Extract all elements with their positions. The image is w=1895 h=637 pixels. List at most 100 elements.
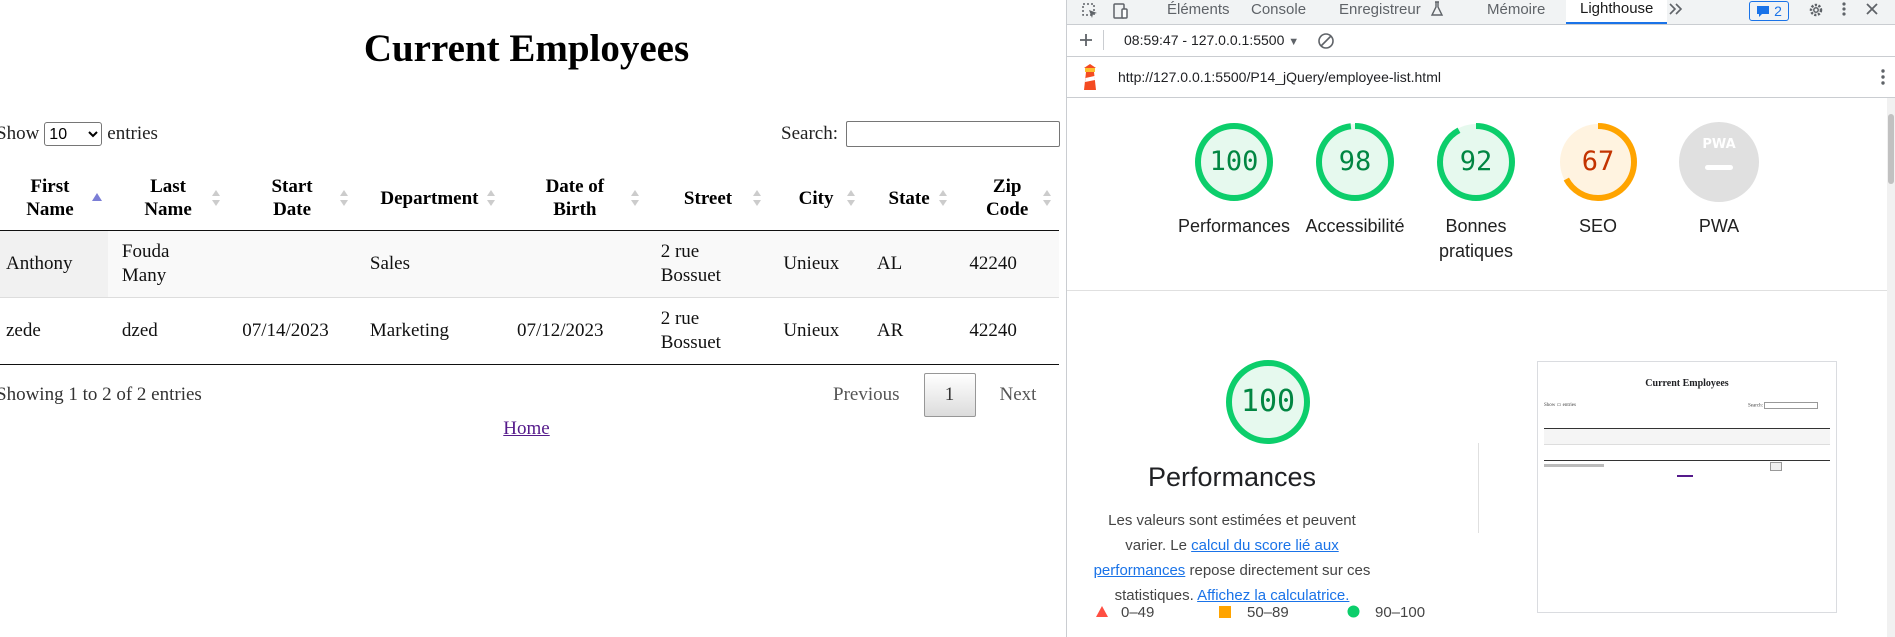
header-label-line1: Last xyxy=(150,176,187,197)
header-label-line1: First xyxy=(30,176,70,197)
final-screenshot-thumbnail[interactable]: Current Employees Show ▭ entries Search: xyxy=(1537,361,1837,613)
score-value: 100 xyxy=(1209,146,1259,177)
cell-text-line1: 2 rue xyxy=(660,308,700,329)
thumb-info xyxy=(1544,464,1604,467)
orange-square-icon xyxy=(1219,605,1231,622)
section-divider xyxy=(1067,290,1895,291)
issues-count: 2 xyxy=(1774,3,1782,19)
tab-recorder[interactable]: Enregistreur xyxy=(1339,1,1421,18)
tab-elements[interactable]: Éléments xyxy=(1167,1,1230,18)
kebab-menu-icon[interactable] xyxy=(1841,0,1847,23)
cell-city: Unieux xyxy=(769,230,863,298)
gauge-best-practices[interactable]: 92 Bonnes pratiques xyxy=(1436,122,1516,261)
column-header-city[interactable]: City xyxy=(769,166,863,231)
tab-lighthouse[interactable]: Lighthouse xyxy=(1566,0,1668,24)
entries-length-select[interactable]: 10 xyxy=(44,122,103,146)
pwa-badge-text: PWA xyxy=(1702,137,1736,152)
column-header-department[interactable]: Department xyxy=(355,166,503,231)
entries-length-control: Show 10 entries xyxy=(0,122,158,146)
inspect-element-icon[interactable] xyxy=(1081,2,1099,25)
next-button[interactable]: Next xyxy=(1000,384,1037,406)
score-ring: 92 xyxy=(1436,122,1516,202)
previous-button[interactable]: Previous xyxy=(833,384,900,406)
header-label-line2: Date xyxy=(273,199,312,220)
report-menu-icon[interactable] xyxy=(1880,68,1886,90)
score-ring: 67 xyxy=(1558,122,1638,202)
more-tabs-icon[interactable] xyxy=(1668,0,1684,23)
tab-memory[interactable]: Mémoire xyxy=(1487,1,1545,18)
cell-last-name: dzed xyxy=(107,297,229,365)
report-url[interactable]: http://127.0.0.1:5500/P14_jQuery/employe… xyxy=(1118,69,1441,85)
gauge-accessibility[interactable]: 98 Accessibilité xyxy=(1305,122,1405,236)
report-time: 08:59:47 - 127.0.0.1:5500 xyxy=(1124,32,1285,48)
perf-description: Les valeurs sont estimées et peuvent var… xyxy=(1087,508,1377,608)
gauge-label: PWA xyxy=(1698,216,1740,236)
sort-ascending-icon xyxy=(91,189,102,207)
sort-icon xyxy=(212,189,221,207)
gauge-label: Bonnes pratiques xyxy=(1438,216,1514,261)
header-label-line2: Code xyxy=(986,199,1029,220)
cell-city: Unieux xyxy=(769,297,863,365)
device-toolbar-icon[interactable] xyxy=(1111,2,1129,25)
sort-icon xyxy=(339,189,348,207)
clear-all-icon[interactable] xyxy=(1317,32,1335,55)
flask-icon xyxy=(1430,1,1444,22)
gauge-performance[interactable]: 100 Performances xyxy=(1178,122,1290,236)
header-label-line1: Start xyxy=(271,176,313,197)
column-header-state[interactable]: State xyxy=(862,166,956,231)
table-info: Showing 1 to 2 of 2 entries xyxy=(0,384,202,405)
thumb-search: Search: xyxy=(1748,402,1819,409)
table-search: Search: xyxy=(781,121,1060,147)
scrollbar-thumb[interactable] xyxy=(1888,114,1894,184)
column-header-street[interactable]: Street xyxy=(646,166,770,231)
cell-first-name: Anthony xyxy=(0,230,108,298)
cell-department: Sales xyxy=(355,230,503,298)
issues-badge[interactable]: 2 xyxy=(1749,1,1789,21)
header-label-line1: Zip xyxy=(992,176,1022,197)
column-header-date-of-birth[interactable]: Date of Birth xyxy=(502,166,647,231)
column-header-zip-code[interactable]: Zip Code xyxy=(955,166,1059,231)
employee-list-page: Current Employees Show 10 entries Search… xyxy=(0,0,1066,637)
gauge-seo[interactable]: 67 SEO xyxy=(1558,122,1638,236)
lighthouse-logo-icon xyxy=(1079,64,1101,96)
search-input[interactable] xyxy=(846,121,1060,147)
entries-label: entries xyxy=(107,123,158,144)
header-label-line1: State xyxy=(888,187,930,209)
report-selector[interactable]: 08:59:47 - 127.0.0.1:5500 ▼ xyxy=(1124,32,1299,48)
sort-icon xyxy=(753,189,762,207)
calculator-link[interactable]: Affichez la calculatrice. xyxy=(1197,587,1349,604)
page-1-button[interactable]: 1 xyxy=(923,373,976,417)
close-icon[interactable] xyxy=(1864,1,1880,22)
column-header-last-name[interactable]: Last Name xyxy=(107,166,229,231)
column-header-start-date[interactable]: Start Date xyxy=(228,166,356,231)
cell-department: Marketing xyxy=(355,297,503,365)
legend-orange-range: 50–89 xyxy=(1247,604,1289,621)
message-icon xyxy=(1757,6,1770,17)
new-report-plus-icon[interactable] xyxy=(1078,32,1094,53)
home-link[interactable]: Home xyxy=(0,418,1053,440)
settings-gear-icon[interactable] xyxy=(1807,1,1825,24)
cell-last-name: Fouda Many xyxy=(107,230,229,298)
column-header-first-name[interactable]: First Name xyxy=(0,166,108,231)
cell-street: 2 rue Bossuet xyxy=(646,230,770,298)
score-ring: 98 xyxy=(1315,122,1395,202)
red-triangle-icon xyxy=(1095,605,1109,622)
gauge-label: Accessibilité xyxy=(1305,216,1405,236)
thumb-page-button xyxy=(1770,462,1782,471)
green-circle-icon xyxy=(1347,605,1360,622)
thumb-title: Current Employees xyxy=(1645,378,1729,389)
cell-date-of-birth: 07/12/2023 xyxy=(502,297,647,365)
header-label-line1: City xyxy=(798,187,834,209)
sort-icon xyxy=(939,189,948,207)
cell-street: 2 rue Bossuet xyxy=(646,297,770,365)
cell-text-line1: dzed xyxy=(121,320,158,341)
table-row: zede dzed 07/14/2023 Marketing 07/12/202… xyxy=(0,297,1059,365)
pagination: Previous 1 Next xyxy=(833,373,1036,417)
gauge-pwa[interactable]: PWA PWA xyxy=(1679,122,1759,236)
tab-console[interactable]: Console xyxy=(1251,1,1306,18)
cell-text-line1: 2 rue xyxy=(660,241,700,262)
header-label-line2: Birth xyxy=(553,199,597,220)
toolbar-divider xyxy=(1103,30,1104,50)
header-label-line1: Date of xyxy=(545,176,605,197)
thumb-table-header xyxy=(1544,414,1830,429)
